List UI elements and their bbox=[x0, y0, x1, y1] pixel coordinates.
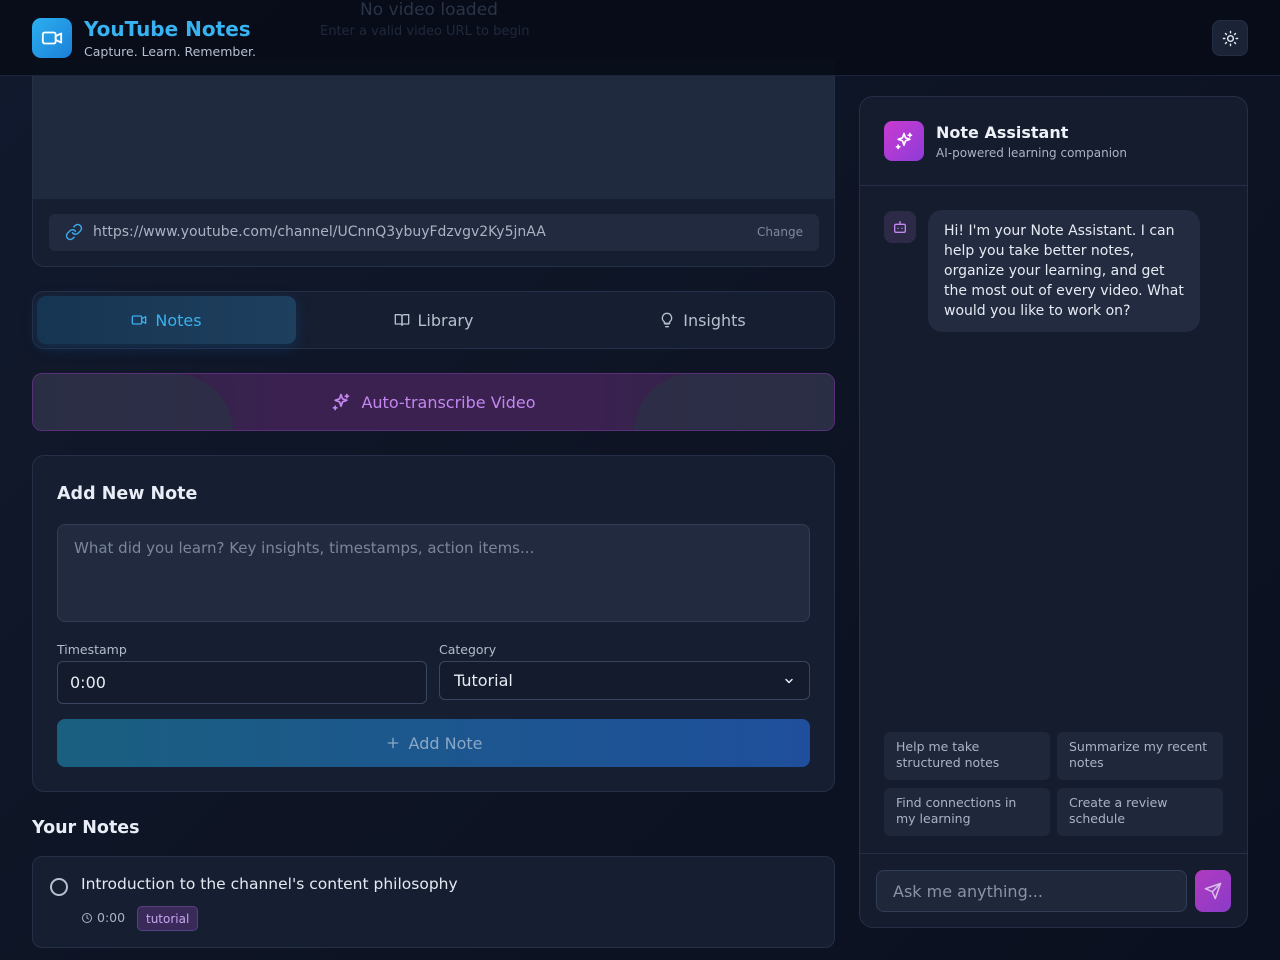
video-player-area[interactable] bbox=[33, 61, 834, 199]
chevron-down-icon bbox=[785, 678, 793, 683]
suggestion-summarize[interactable]: Summarize my recent notes bbox=[1057, 732, 1223, 780]
book-icon bbox=[394, 314, 409, 326]
bot-icon bbox=[894, 221, 906, 233]
app-logo bbox=[32, 18, 72, 58]
tab-insights[interactable]: Insights bbox=[573, 296, 832, 344]
plus-icon bbox=[387, 737, 398, 749]
tab-notes[interactable]: Notes bbox=[37, 296, 296, 344]
video-camera-icon bbox=[41, 31, 63, 45]
tab-library[interactable]: Library bbox=[304, 296, 563, 344]
tab-notes-label: Notes bbox=[155, 310, 202, 330]
clock-icon bbox=[82, 912, 92, 923]
sun-icon bbox=[1222, 30, 1238, 46]
sparkles-icon bbox=[333, 393, 350, 411]
theme-toggle-button[interactable] bbox=[1212, 20, 1248, 56]
link-icon bbox=[65, 223, 83, 245]
note-category-tag: tutorial bbox=[137, 906, 199, 931]
video-card: https://www.youtube.com/channel/UCnnQ3yb… bbox=[32, 60, 835, 267]
add-note-button[interactable]: Add Note bbox=[57, 719, 810, 767]
bot-avatar bbox=[884, 211, 916, 243]
assistant-subtitle: AI-powered learning companion bbox=[936, 146, 1127, 160]
note-complete-checkbox[interactable] bbox=[50, 878, 68, 896]
assistant-title: Note Assistant bbox=[936, 123, 1069, 142]
auto-transcribe-button[interactable]: Auto-transcribe Video bbox=[32, 373, 835, 431]
send-icon bbox=[1204, 882, 1222, 900]
app-header: YouTube Notes Capture. Learn. Remember. bbox=[0, 0, 1280, 76]
send-button[interactable] bbox=[1195, 870, 1231, 912]
note-text: Introduction to the channel's content ph… bbox=[81, 875, 458, 893]
change-url-button[interactable]: Change bbox=[757, 225, 803, 239]
auto-transcribe-label: Auto-transcribe Video bbox=[361, 392, 536, 412]
note-timestamp[interactable]: 0:00 bbox=[81, 910, 125, 925]
note-list-item[interactable]: Introduction to the channel's content ph… bbox=[32, 856, 835, 948]
app-title: YouTube Notes bbox=[84, 17, 251, 41]
note-assistant-panel: Note Assistant AI-powered learning compa… bbox=[859, 96, 1248, 928]
tab-insights-label: Insights bbox=[683, 310, 746, 330]
add-note-button-label: Add Note bbox=[408, 733, 483, 753]
category-label: Category bbox=[439, 642, 497, 657]
sparkles-icon bbox=[895, 132, 913, 150]
add-note-title: Add New Note bbox=[57, 484, 198, 504]
assistant-header: Note Assistant AI-powered learning compa… bbox=[860, 97, 1247, 186]
app-subtitle: Capture. Learn. Remember. bbox=[84, 44, 256, 59]
tab-library-label: Library bbox=[417, 310, 474, 330]
category-select[interactable]: Tutorial bbox=[439, 661, 810, 700]
chat-input[interactable] bbox=[876, 870, 1187, 912]
video-icon bbox=[132, 315, 147, 325]
lightbulb-icon bbox=[661, 312, 673, 328]
note-timestamp-value: 0:00 bbox=[97, 910, 126, 925]
video-empty-subtitle: Enter a valid video URL to begin bbox=[320, 24, 530, 39]
main-tabs: Notes Library Insights bbox=[32, 291, 835, 349]
assistant-logo bbox=[884, 121, 924, 161]
video-url-bar: https://www.youtube.com/channel/UCnnQ3yb… bbox=[49, 214, 819, 251]
timestamp-input[interactable] bbox=[57, 661, 427, 704]
category-select-value: Tutorial bbox=[454, 671, 513, 690]
note-textarea[interactable] bbox=[57, 524, 810, 622]
suggestion-review-schedule[interactable]: Create a review schedule bbox=[1057, 788, 1223, 836]
assistant-footer bbox=[860, 853, 1247, 927]
suggestion-find-connections[interactable]: Find connections in my learning bbox=[884, 788, 1050, 836]
add-note-card: Add New Note Timestamp Category Tutorial… bbox=[32, 455, 835, 792]
timestamp-label: Timestamp bbox=[57, 642, 127, 657]
video-empty-title: No video loaded bbox=[360, 0, 498, 20]
decorative-wave-right bbox=[634, 374, 834, 430]
decorative-wave-left bbox=[33, 374, 233, 430]
suggestion-structured-notes[interactable]: Help me take structured notes bbox=[884, 732, 1050, 780]
your-notes-title: Your Notes bbox=[32, 818, 140, 838]
video-url-text: https://www.youtube.com/channel/UCnnQ3yb… bbox=[93, 224, 546, 240]
assistant-message: Hi! I'm your Note Assistant. I can help … bbox=[928, 210, 1200, 332]
